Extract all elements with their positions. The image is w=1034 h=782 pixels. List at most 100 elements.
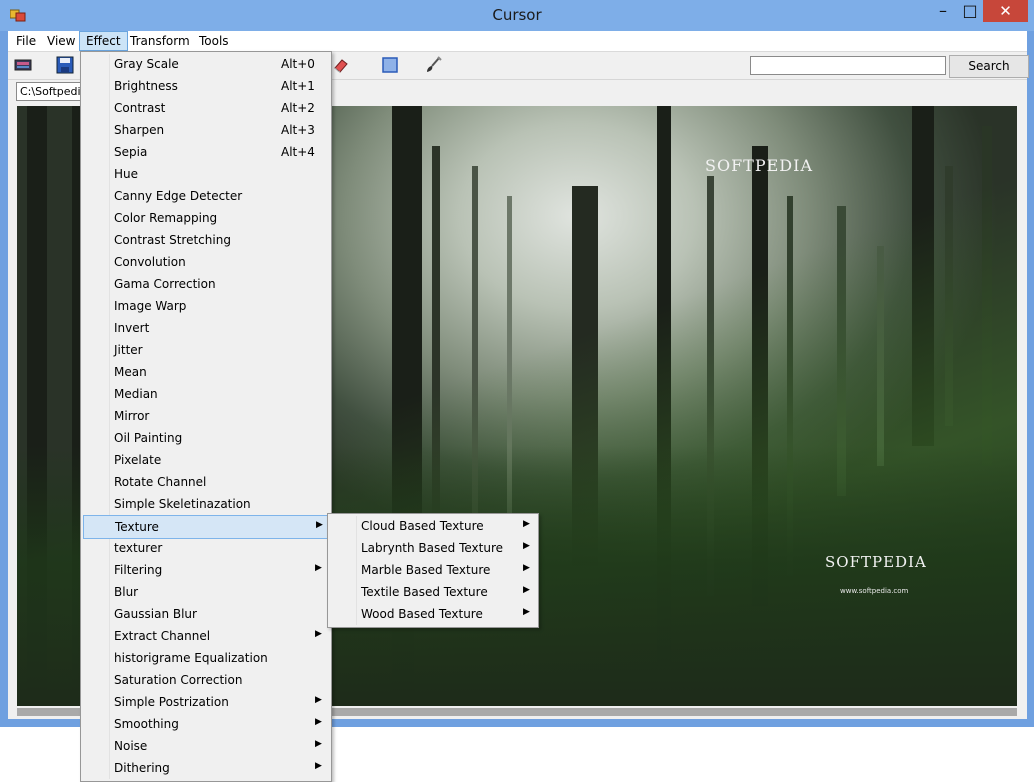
menu-item-sharpen[interactable]: Sharpen Alt+3 <box>83 119 327 141</box>
menu-item-color-remapping[interactable]: Color Remapping <box>83 207 327 229</box>
menu-item-convolution[interactable]: Convolution <box>83 251 327 273</box>
menu-item-label: Labrynth Based Texture <box>361 541 504 555</box>
menu-item-cloud-based-texture[interactable]: Cloud Based Texture ▶ <box>330 515 534 537</box>
menu-item-contrast-stretching[interactable]: Contrast Stretching <box>83 229 327 251</box>
menu-item-image-warp[interactable]: Image Warp <box>83 295 327 317</box>
menu-item-label: Median <box>114 387 158 401</box>
select-rect-icon[interactable] <box>381 56 399 74</box>
menu-item-label: Texture <box>115 520 159 534</box>
menu-item-shortcut: Alt+0 <box>281 57 315 71</box>
menu-item-textile-based-texture[interactable]: Textile Based Texture ▶ <box>330 581 534 603</box>
menu-item-mirror[interactable]: Mirror <box>83 405 327 427</box>
menu-item-simple-skeletinazation[interactable]: Simple Skeletinazation <box>83 493 327 515</box>
menu-item-label: Simple Skeletinazation <box>114 497 251 511</box>
menu-item-rotate-channel[interactable]: Rotate Channel <box>83 471 327 493</box>
submenu-arrow-icon: ▶ <box>315 563 322 573</box>
menu-effect[interactable]: Effect <box>79 31 128 51</box>
menu-item-shortcut: Alt+3 <box>281 123 315 137</box>
menu-item-label: Sepia <box>114 145 148 159</box>
submenu-arrow-icon: ▶ <box>315 695 322 705</box>
menu-item-labrynth-based-texture[interactable]: Labrynth Based Texture ▶ <box>330 537 534 559</box>
submenu-arrow-icon: ▶ <box>523 541 530 551</box>
menu-item-label: Canny Edge Detecter <box>114 189 243 203</box>
menu-item-contrast[interactable]: Contrast Alt+2 <box>83 97 327 119</box>
menu-item-canny-edge-detecter[interactable]: Canny Edge Detecter <box>83 185 327 207</box>
menu-item-label: Simple Postrization <box>114 695 229 709</box>
menu-item-label: Mirror <box>114 409 150 423</box>
path-field[interactable]: C:\Softpedia <box>16 82 87 101</box>
menu-item-label: Color Remapping <box>114 211 218 225</box>
title-bar[interactable]: Cursor – □ ✕ <box>0 0 1034 31</box>
menu-item-texture[interactable]: Texture ▶ <box>83 515 329 539</box>
menu-item-sepia[interactable]: Sepia Alt+4 <box>83 141 327 163</box>
menu-item-label: historigrame Equalization <box>114 651 268 665</box>
menu-file[interactable]: File <box>10 31 42 51</box>
menu-tools[interactable]: Tools <box>193 31 235 51</box>
menu-item-label: Mean <box>114 365 147 379</box>
close-button[interactable]: ✕ <box>983 0 1028 22</box>
effect-menu: Gray Scale Alt+0 Brightness Alt+1 Contrast Al… <box>80 51 332 782</box>
menu-item-median[interactable]: Median <box>83 383 327 405</box>
menu-item-gray-scale[interactable]: Gray Scale Alt+0 <box>83 53 327 75</box>
submenu-arrow-icon: ▶ <box>523 519 530 529</box>
submenu-arrow-icon: ▶ <box>523 585 530 595</box>
menu-item-label: Extract Channel <box>114 629 211 643</box>
menu-item-texturer[interactable]: texturer <box>83 537 327 559</box>
menu-item-label: Rotate Channel <box>114 475 207 489</box>
menu-item-brightness[interactable]: Brightness Alt+1 <box>83 75 327 97</box>
menu-item-extract-channel[interactable]: Extract Channel ▶ <box>83 625 327 647</box>
eraser-icon[interactable] <box>332 56 350 74</box>
menu-item-gaussian-blur[interactable]: Gaussian Blur <box>83 603 327 625</box>
menu-item-blur[interactable]: Blur <box>83 581 327 603</box>
menu-transform[interactable]: Transform <box>124 31 196 51</box>
menu-item-simple-postrization[interactable]: Simple Postrization ▶ <box>83 691 327 713</box>
search-button[interactable]: Search <box>949 55 1029 78</box>
menu-item-label: Textile Based Texture <box>361 585 488 599</box>
maximize-button[interactable]: □ <box>957 0 983 22</box>
menu-view[interactable]: View <box>41 31 81 51</box>
menu-item-label: Wood Based Texture <box>361 607 483 621</box>
softpedia-watermark: SOFTPEDIA <box>705 156 813 175</box>
menu-item-label: Hue <box>114 167 139 181</box>
brush-icon[interactable] <box>424 56 442 74</box>
menu-item-gama-correction[interactable]: Gama Correction <box>83 273 327 295</box>
menu-item-mean[interactable]: Mean <box>83 361 327 383</box>
minimize-button[interactable]: – <box>930 0 956 22</box>
menu-item-pixelate[interactable]: Pixelate <box>83 449 327 471</box>
menu-item-label: Pixelate <box>114 453 162 467</box>
menu-item-label: Sharpen <box>114 123 165 137</box>
menu-item-hue[interactable]: Hue <box>83 163 327 185</box>
menu-item-dithering[interactable]: Dithering ▶ <box>83 757 327 779</box>
menu-item-jitter[interactable]: Jitter <box>83 339 327 361</box>
menu-item-noise[interactable]: Noise ▶ <box>83 735 327 757</box>
menu-item-oil-painting[interactable]: Oil Painting <box>83 427 327 449</box>
menu-item-historigrame-equalization[interactable]: historigrame Equalization <box>83 647 327 669</box>
submenu-arrow-icon: ▶ <box>523 563 530 573</box>
menu-item-label: Blur <box>114 585 139 599</box>
menu-item-label: Smoothing <box>114 717 179 731</box>
menu-item-label: Convolution <box>114 255 186 269</box>
search-input[interactable] <box>750 56 946 75</box>
softpedia-url: www.softpedia.com <box>840 587 909 595</box>
menu-item-saturation-correction[interactable]: Saturation Correction <box>83 669 327 691</box>
menu-item-smoothing[interactable]: Smoothing ▶ <box>83 713 327 735</box>
menu-item-label: Noise <box>114 739 148 753</box>
menu-item-label: Contrast Stretching <box>114 233 231 247</box>
menu-item-label: Jitter <box>114 343 143 357</box>
submenu-arrow-icon: ▶ <box>315 717 322 727</box>
menu-item-label: Marble Based Texture <box>361 563 491 577</box>
image-icon[interactable] <box>14 56 32 74</box>
submenu-arrow-icon: ▶ <box>523 607 530 617</box>
menu-item-wood-based-texture[interactable]: Wood Based Texture ▶ <box>330 603 534 625</box>
save-icon[interactable] <box>56 56 74 74</box>
menu-item-shortcut: Alt+2 <box>281 101 315 115</box>
texture-submenu: Cloud Based Texture ▶ Labrynth Based Textu… <box>327 513 539 628</box>
menu-item-label: Filtering <box>114 563 163 577</box>
menu-item-marble-based-texture[interactable]: Marble Based Texture ▶ <box>330 559 534 581</box>
submenu-arrow-icon: ▶ <box>315 761 322 771</box>
menu-item-filtering[interactable]: Filtering ▶ <box>83 559 327 581</box>
submenu-arrow-icon: ▶ <box>315 629 322 639</box>
menu-item-invert[interactable]: Invert <box>83 317 327 339</box>
menu-item-label: Image Warp <box>114 299 187 313</box>
window-title: Cursor <box>492 6 542 24</box>
